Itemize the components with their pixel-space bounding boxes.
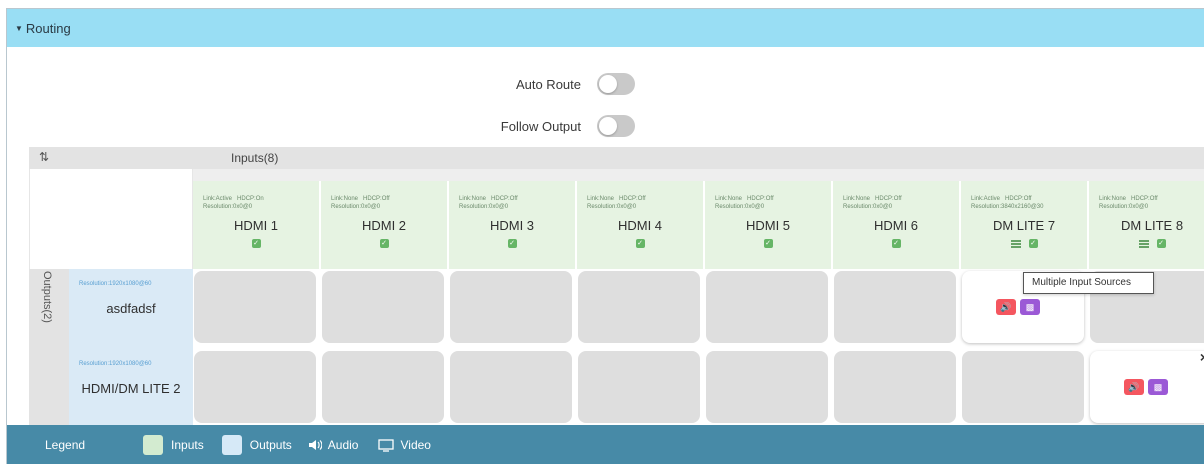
auto-route-toggle[interactable]	[597, 73, 635, 95]
outputs-title: Outputs(2)	[41, 271, 53, 323]
legend-inputs-label: Inputs	[171, 438, 204, 452]
multiple-sources-icon[interactable]	[1010, 239, 1021, 248]
follow-output-label: Follow Output	[500, 118, 581, 134]
route-cell[interactable]	[450, 271, 572, 343]
input-name: HDMI 6	[873, 218, 919, 233]
swap-icon[interactable]: ⇅	[39, 150, 49, 164]
route-cell[interactable]	[834, 351, 956, 423]
section-title: Routing	[25, 20, 71, 36]
outputs-side-bar: Outputs(2)	[29, 269, 69, 425]
legend-video: Video	[378, 438, 431, 452]
input-header-1[interactable]: Link:Active HDCP:On Resolution:0x0@0 HDMI …	[193, 181, 319, 269]
input-header-7[interactable]: Link:Active HDCP:Off Resolution:3840x2160…	[961, 181, 1087, 269]
input-name: HDMI 3	[489, 218, 535, 233]
input-status: Link:Active HDCP:On Resolution:0x0@0	[203, 196, 264, 210]
output-name: asdfadsf	[106, 301, 156, 316]
output-name: HDMI/DM LITE 2	[81, 381, 181, 396]
audio-route-icon[interactable]: 🔊	[996, 299, 1016, 315]
caret-down-icon: ▼	[15, 23, 23, 33]
route-cell[interactable]	[322, 271, 444, 343]
route-cell[interactable]	[706, 271, 828, 343]
input-header-4[interactable]: Link:None HDCP:Off Resolution:0x0@0 HDMI 4…	[577, 181, 703, 269]
checkbox-checked-icon[interactable]: ✓	[251, 239, 261, 248]
input-status: Link:None HDCP:Off Resolution:0x0@0	[1099, 196, 1158, 210]
legend-audio-label: Audio	[327, 438, 359, 452]
input-name: DM LITE 8	[1120, 218, 1184, 233]
checkbox-checked-icon[interactable]: ✓	[507, 239, 517, 248]
audio-route-icon[interactable]: 🔊	[1124, 379, 1144, 395]
route-cell[interactable]	[194, 351, 316, 423]
legend-video-label: Video	[400, 438, 431, 452]
route-cell[interactable]: 🔊▩ ×	[1090, 349, 1204, 423]
inputs-bar: ⇅ Inputs(8)	[29, 147, 1204, 169]
outputs-swatch	[221, 435, 242, 455]
input-header-5[interactable]: Link:None HDCP:Off Resolution:0x0@0 HDMI 5…	[705, 181, 831, 269]
speaker-icon	[308, 440, 322, 450]
routing-panel: ▼ Routing Auto Route Follow Output ⇅ Inp…	[6, 8, 1204, 464]
output-header-1[interactable]: Resolution:1920x1080@60 asdfadsf	[69, 269, 193, 349]
checkbox-checked-icon[interactable]: ✓	[891, 239, 901, 248]
legend-bar: Legend Inputs Outputs Audio Video	[7, 425, 1204, 464]
output-resolution: Resolution:1920x1080@60	[79, 281, 152, 287]
route-cell[interactable]	[194, 271, 316, 343]
close-icon[interactable]: ×	[1200, 349, 1204, 365]
input-status: Link:None HDCP:Off Resolution:0x0@0	[459, 196, 518, 210]
route-cell[interactable]	[578, 271, 700, 343]
inputs-swatch	[143, 435, 164, 455]
input-status: Link:None HDCP:Off Resolution:0x0@0	[715, 196, 774, 210]
legend-title: Legend	[45, 438, 86, 452]
input-status: Link:Active HDCP:Off Resolution:3840x2160…	[971, 196, 1044, 210]
route-cell[interactable]	[962, 351, 1084, 423]
legend-outputs-label: Outputs	[249, 438, 292, 452]
legend-outputs: Outputs	[221, 435, 292, 455]
output-resolution: Resolution:1920x1080@60	[79, 361, 152, 367]
checkbox-checked-icon[interactable]: ✓	[1156, 239, 1166, 248]
checkbox-checked-icon[interactable]: ✓	[763, 239, 773, 248]
checkbox-checked-icon[interactable]: ✓	[635, 239, 645, 248]
follow-output-toggle[interactable]	[597, 115, 635, 137]
route-cell[interactable]	[706, 351, 828, 423]
input-name: HDMI 2	[361, 218, 407, 233]
follow-output-row: Follow Output	[481, 115, 635, 137]
auto-route-row: Auto Route	[481, 73, 635, 95]
input-header-8[interactable]: Link:None HDCP:Off Resolution:0x0@0 DM LIT…	[1089, 181, 1204, 269]
legend-inputs: Inputs	[143, 435, 204, 455]
video-route-icon[interactable]: ▩	[1020, 299, 1040, 315]
inputs-title: Inputs(8)	[231, 151, 279, 165]
route-cell[interactable]	[834, 271, 956, 343]
route-badges: 🔊 ▩	[996, 299, 1040, 315]
multiple-sources-icon[interactable]	[1138, 239, 1149, 248]
legend-audio: Audio	[308, 438, 359, 452]
input-name: DM LITE 7	[992, 218, 1056, 233]
checkbox-checked-icon[interactable]: ✓	[1028, 239, 1038, 248]
route-cell[interactable]	[578, 351, 700, 423]
checkbox-checked-icon[interactable]: ✓	[379, 239, 389, 248]
route-cell[interactable]	[322, 351, 444, 423]
routing-section-header[interactable]: ▼ Routing	[7, 9, 1204, 47]
inputs-subbar	[193, 169, 1204, 181]
input-name: HDMI 4	[617, 218, 663, 233]
matrix-corner	[29, 169, 193, 269]
input-status: Link:None HDCP:Off Resolution:0x0@0	[843, 196, 902, 210]
input-header-3[interactable]: Link:None HDCP:Off Resolution:0x0@0 HDMI 3…	[449, 181, 575, 269]
monitor-icon	[378, 438, 395, 452]
input-name: HDMI 5	[745, 218, 791, 233]
input-status: Link:None HDCP:Off Resolution:0x0@0	[331, 196, 390, 210]
input-header-6[interactable]: Link:None HDCP:Off Resolution:0x0@0 HDMI 6…	[833, 181, 959, 269]
input-status: Link:None HDCP:Off Resolution:0x0@0	[587, 196, 646, 210]
auto-route-label: Auto Route	[515, 76, 581, 92]
video-route-icon[interactable]: ▩	[1148, 379, 1168, 395]
route-badges: 🔊 ▩	[1124, 379, 1168, 395]
multiple-input-sources-tooltip: Multiple Input Sources	[1023, 272, 1154, 294]
output-header-2[interactable]: Resolution:1920x1080@60 HDMI/DM LITE 2	[69, 349, 193, 425]
input-name: HDMI 1	[233, 218, 279, 233]
route-cell[interactable]	[450, 351, 572, 423]
input-header-2[interactable]: Link:None HDCP:Off Resolution:0x0@0 HDMI 2…	[321, 181, 447, 269]
